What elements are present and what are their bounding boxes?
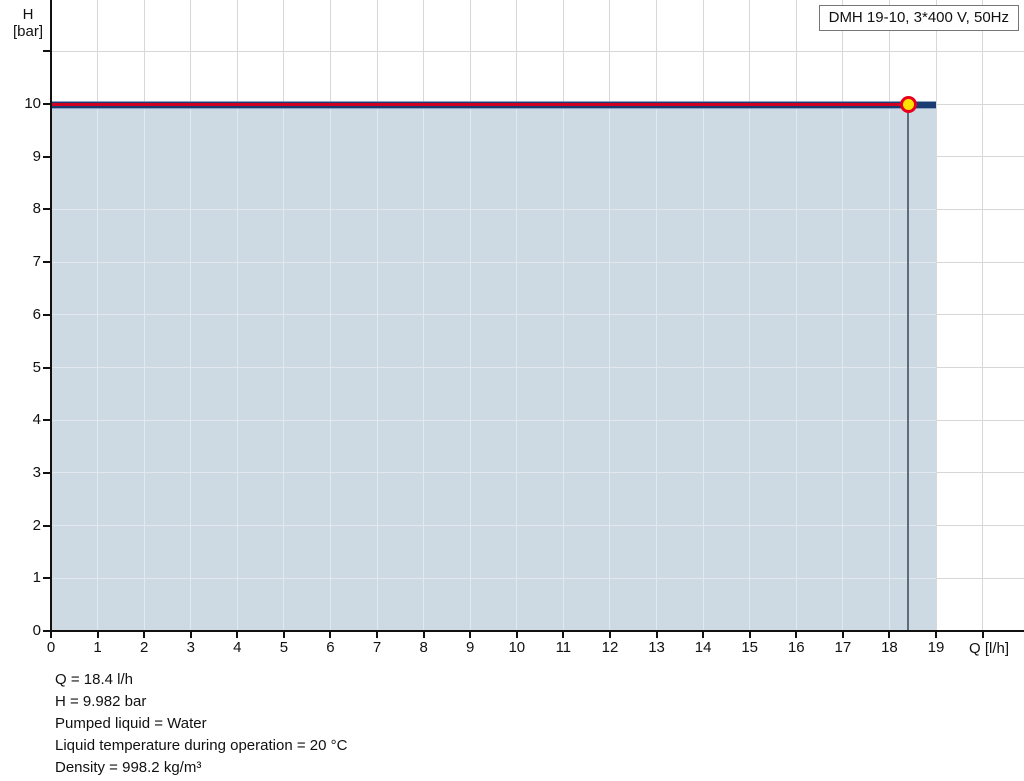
x-axis-line bbox=[50, 630, 1024, 632]
gridline-vertical-on-fill bbox=[237, 105, 238, 631]
legend-label: DMH 19-10, 3*400 V, 50Hz bbox=[829, 9, 1009, 26]
y-tick-label: 5 bbox=[9, 359, 41, 376]
gridline-vertical-on-fill bbox=[796, 105, 797, 631]
x-tick-label: 5 bbox=[269, 639, 299, 656]
gridline-horizontal-on-fill bbox=[51, 314, 936, 315]
y-tick-label: 8 bbox=[9, 200, 41, 217]
x-axis-tick bbox=[749, 632, 751, 638]
gridline-vertical-on-fill bbox=[97, 105, 98, 631]
y-tick-label: 4 bbox=[9, 411, 41, 428]
duty-info-line: Density = 998.2 kg/m³ bbox=[55, 757, 347, 779]
y-axis-title: H [bar] bbox=[4, 6, 52, 40]
gridline-horizontal-on-fill bbox=[51, 367, 936, 368]
x-tick-label: 19 bbox=[921, 639, 951, 656]
x-axis-tick bbox=[702, 632, 704, 638]
x-axis-tick bbox=[190, 632, 192, 638]
duty-info-line: Liquid temperature during operation = 20… bbox=[55, 735, 347, 757]
x-tick-label: 10 bbox=[502, 639, 532, 656]
x-axis-tick bbox=[329, 632, 331, 638]
gridline-horizontal-on-fill bbox=[51, 525, 936, 526]
gridline-vertical bbox=[982, 0, 983, 631]
x-axis-tick bbox=[423, 632, 425, 638]
x-axis-tick bbox=[982, 632, 984, 638]
x-axis-tick bbox=[236, 632, 238, 638]
y-tick-label: 7 bbox=[9, 253, 41, 270]
y-tick-label: 6 bbox=[9, 306, 41, 323]
x-tick-label: 17 bbox=[828, 639, 858, 656]
gridline-horizontal-on-fill bbox=[51, 420, 936, 421]
y-axis-title-unit: [bar] bbox=[4, 23, 52, 40]
x-axis-tick bbox=[795, 632, 797, 638]
gridline-vertical-on-fill bbox=[423, 105, 424, 631]
x-axis-tick bbox=[562, 632, 564, 638]
gridline-vertical-on-fill bbox=[377, 105, 378, 631]
gridline-vertical-on-fill bbox=[330, 105, 331, 631]
x-tick-label: 18 bbox=[874, 639, 904, 656]
duty-info-line: H = 9.982 bar bbox=[55, 691, 347, 713]
x-tick-label: 13 bbox=[642, 639, 672, 656]
x-tick-label: 8 bbox=[409, 639, 439, 656]
gridline-vertical-on-fill bbox=[889, 105, 890, 631]
duty-info-line: Pumped liquid = Water bbox=[55, 713, 347, 735]
x-tick-label: 14 bbox=[688, 639, 718, 656]
x-tick-label: 15 bbox=[735, 639, 765, 656]
y-axis-title-symbol: H bbox=[4, 6, 52, 23]
x-axis-tick bbox=[50, 632, 52, 638]
y-tick-label: 3 bbox=[9, 464, 41, 481]
gridline-vertical-on-fill bbox=[516, 105, 517, 631]
x-axis-tick bbox=[935, 632, 937, 638]
gridline-vertical-on-fill bbox=[563, 105, 564, 631]
gridline-horizontal-on-fill bbox=[51, 262, 936, 263]
gridline-vertical-on-fill bbox=[283, 105, 284, 631]
gridline-vertical-on-fill bbox=[749, 105, 750, 631]
gridline-vertical-on-fill bbox=[656, 105, 657, 631]
x-axis-tick bbox=[516, 632, 518, 638]
duty-point-dropline bbox=[907, 105, 909, 631]
curve-fill-area bbox=[51, 105, 936, 631]
y-axis-line bbox=[50, 0, 52, 632]
gridline-horizontal-on-fill bbox=[51, 209, 936, 210]
y-tick-label: 2 bbox=[9, 517, 41, 534]
x-tick-label: 0 bbox=[36, 639, 66, 656]
x-tick-label: 6 bbox=[315, 639, 345, 656]
x-axis-tick bbox=[283, 632, 285, 638]
x-tick-label: 9 bbox=[455, 639, 485, 656]
x-axis-title: Q [l/h] bbox=[958, 640, 1020, 657]
gridline-vertical-on-fill bbox=[470, 105, 471, 631]
x-tick-label: 2 bbox=[129, 639, 159, 656]
y-tick-label: 9 bbox=[9, 148, 41, 165]
y-tick-label: 10 bbox=[9, 95, 41, 112]
x-tick-label: 3 bbox=[176, 639, 206, 656]
x-axis-tick bbox=[376, 632, 378, 638]
duty-info-line: Q = 18.4 l/h bbox=[55, 669, 347, 691]
y-tick-label: 1 bbox=[9, 569, 41, 586]
x-axis-tick bbox=[469, 632, 471, 638]
x-tick-label: 11 bbox=[548, 639, 578, 656]
x-tick-label: 16 bbox=[781, 639, 811, 656]
gridline-vertical-on-fill bbox=[190, 105, 191, 631]
x-axis-tick bbox=[97, 632, 99, 638]
x-axis-tick bbox=[656, 632, 658, 638]
x-axis-tick bbox=[609, 632, 611, 638]
x-tick-label: 12 bbox=[595, 639, 625, 656]
selected-flow-line bbox=[51, 103, 908, 106]
duty-point-info-block: Q = 18.4 l/hH = 9.982 barPumped liquid =… bbox=[55, 669, 347, 779]
gridline-horizontal-on-fill bbox=[51, 578, 936, 579]
duty-point-marker bbox=[900, 96, 917, 113]
x-axis-tick bbox=[888, 632, 890, 638]
x-tick-label: 4 bbox=[222, 639, 252, 656]
y-tick-label: 0 bbox=[9, 622, 41, 639]
x-tick-label: 7 bbox=[362, 639, 392, 656]
gridline-horizontal-on-fill bbox=[51, 472, 936, 473]
x-axis-tick bbox=[143, 632, 145, 638]
gridline-vertical-on-fill bbox=[144, 105, 145, 631]
gridline-vertical-on-fill bbox=[703, 105, 704, 631]
legend-box: DMH 19-10, 3*400 V, 50Hz bbox=[819, 5, 1019, 31]
gridline-vertical-on-fill bbox=[609, 105, 610, 631]
x-tick-label: 1 bbox=[83, 639, 113, 656]
x-axis-tick bbox=[842, 632, 844, 638]
pump-performance-chart: 0123456789101112131415161718190123456789… bbox=[0, 0, 1024, 781]
gridline-vertical-on-fill bbox=[842, 105, 843, 631]
gridline-horizontal bbox=[51, 51, 1024, 52]
